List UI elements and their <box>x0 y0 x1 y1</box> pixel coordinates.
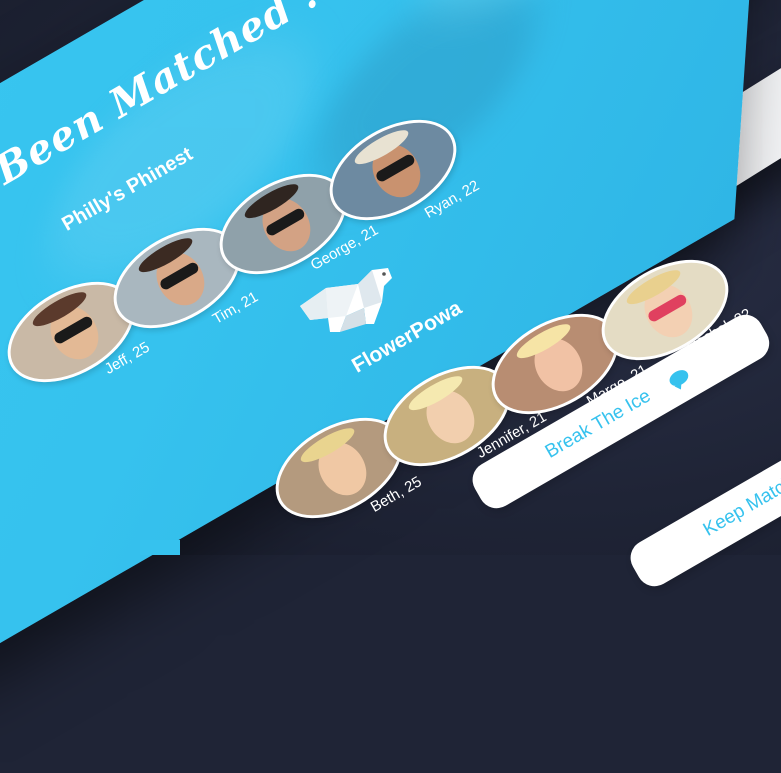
chat-bubble-icon <box>666 366 692 390</box>
screen-edge <box>140 540 180 555</box>
